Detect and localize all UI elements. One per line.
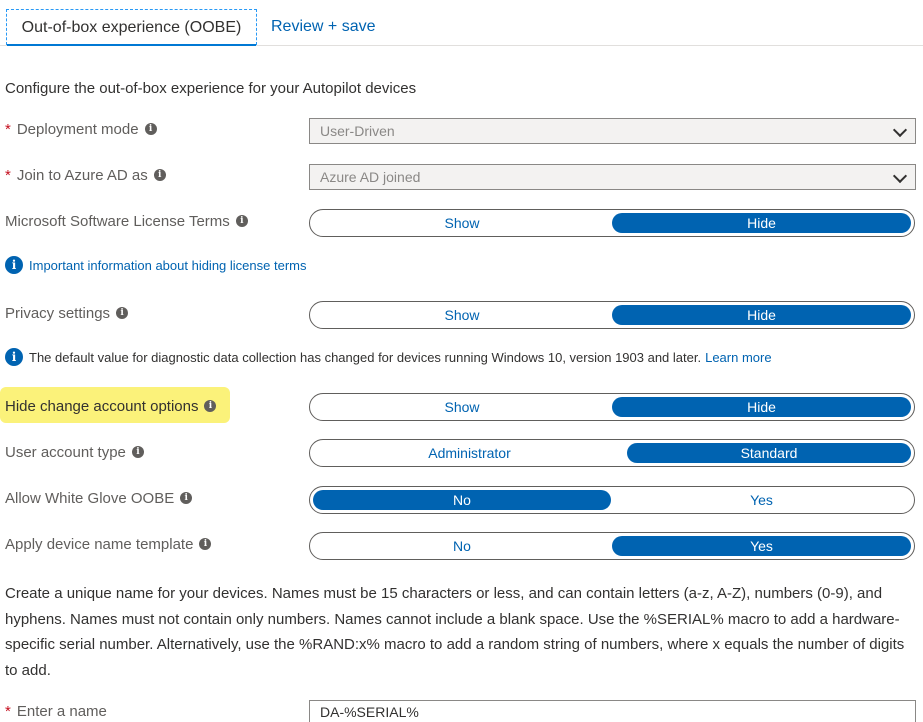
device-name-template-toggle: No Yes bbox=[309, 532, 915, 560]
join-azure-text: Join to Azure AD as bbox=[16, 166, 148, 184]
privacy-show[interactable]: Show bbox=[313, 305, 611, 325]
change-account-hide[interactable]: Hide bbox=[612, 397, 911, 417]
change-account-text: Hide change account options bbox=[5, 397, 199, 415]
white-glove-toggle: No Yes bbox=[309, 486, 915, 514]
account-type-toggle: Administrator Standard bbox=[309, 439, 915, 467]
license-info-link[interactable]: Important information about hiding licen… bbox=[29, 258, 306, 273]
change-account-label: Hide change account options i bbox=[5, 394, 217, 418]
device-name-input[interactable] bbox=[309, 700, 916, 722]
account-type-administrator[interactable]: Administrator bbox=[313, 443, 626, 463]
tab-oobe[interactable]: Out-of-box experience (OOBE) bbox=[6, 9, 257, 46]
white-glove-yes[interactable]: Yes bbox=[612, 490, 911, 510]
enter-name-text: Enter a name bbox=[16, 702, 107, 720]
license-terms-show[interactable]: Show bbox=[313, 213, 611, 233]
account-type-standard[interactable]: Standard bbox=[627, 443, 911, 463]
info-circle-icon: i bbox=[5, 348, 23, 366]
info-icon[interactable]: i bbox=[235, 215, 248, 227]
privacy-label: Privacy settings i bbox=[5, 301, 129, 325]
device-name-template-no[interactable]: No bbox=[313, 536, 611, 556]
white-glove-label: Allow White Glove OOBE i bbox=[5, 486, 193, 510]
chevron-down-icon bbox=[892, 168, 908, 184]
license-terms-text: Microsoft Software License Terms bbox=[5, 212, 230, 230]
info-icon[interactable]: i bbox=[199, 538, 212, 550]
device-name-template-yes[interactable]: Yes bbox=[612, 536, 911, 556]
account-type-label: User account type i bbox=[5, 440, 144, 464]
device-name-template-label: Apply device name template i bbox=[5, 532, 212, 556]
info-icon[interactable]: i bbox=[116, 307, 129, 319]
required-mark: * bbox=[5, 120, 11, 138]
deployment-mode-text: Deployment mode bbox=[16, 120, 139, 138]
tab-review-save[interactable]: Review + save bbox=[271, 9, 376, 45]
white-glove-no[interactable]: No bbox=[313, 490, 611, 510]
info-circle-icon: i bbox=[5, 256, 23, 274]
join-azure-value: Azure AD joined bbox=[320, 169, 421, 185]
white-glove-text: Allow White Glove OOBE bbox=[5, 489, 175, 507]
info-icon[interactable]: i bbox=[153, 169, 166, 181]
deployment-mode-dropdown[interactable]: User-Driven bbox=[309, 118, 916, 144]
privacy-text: Privacy settings bbox=[5, 304, 111, 322]
tab-bar: Out-of-box experience (OOBE) Review + sa… bbox=[0, 0, 923, 46]
account-type-text: User account type bbox=[5, 443, 126, 461]
privacy-hide[interactable]: Hide bbox=[612, 305, 911, 325]
info-icon[interactable]: i bbox=[144, 123, 157, 135]
join-azure-label: * Join to Azure AD as i bbox=[5, 163, 166, 187]
change-account-toggle: Show Hide bbox=[309, 393, 915, 421]
diagnostic-info-line: i The default value for diagnostic data … bbox=[5, 347, 772, 367]
required-mark: * bbox=[5, 166, 11, 184]
info-icon[interactable]: i bbox=[204, 400, 217, 412]
license-terms-toggle: Show Hide bbox=[309, 209, 915, 237]
name-description: Create a unique name for your devices. N… bbox=[5, 585, 905, 679]
info-icon[interactable]: i bbox=[180, 492, 193, 504]
deployment-mode-value: User-Driven bbox=[320, 123, 395, 139]
license-terms-hide[interactable]: Hide bbox=[612, 213, 911, 233]
learn-more-link[interactable]: Learn more bbox=[705, 350, 771, 365]
chevron-down-icon bbox=[892, 122, 908, 138]
privacy-toggle: Show Hide bbox=[309, 301, 915, 329]
device-name-template-text: Apply device name template bbox=[5, 535, 194, 553]
change-account-show[interactable]: Show bbox=[313, 397, 611, 417]
enter-name-label: * Enter a name bbox=[5, 699, 107, 722]
diagnostic-info-text: The default value for diagnostic data co… bbox=[29, 349, 702, 365]
section-intro: Configure the out-of-box experience for … bbox=[5, 80, 417, 97]
license-terms-label: Microsoft Software License Terms i bbox=[5, 209, 248, 233]
join-azure-dropdown[interactable]: Azure AD joined bbox=[309, 164, 916, 190]
deployment-mode-label: * Deployment mode i bbox=[5, 117, 157, 141]
required-mark: * bbox=[5, 702, 11, 720]
info-icon[interactable]: i bbox=[131, 446, 144, 458]
license-info-line: i Important information about hiding lic… bbox=[5, 255, 306, 275]
